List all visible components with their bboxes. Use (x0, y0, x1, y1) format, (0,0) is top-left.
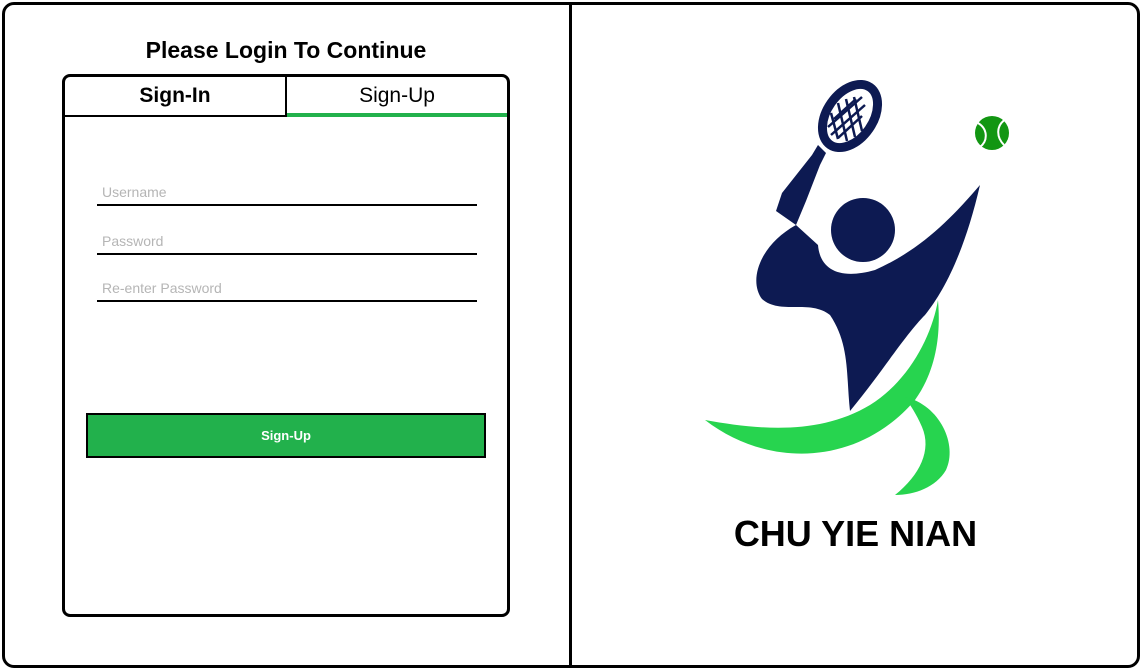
tab-sign-up[interactable]: Sign-Up (287, 77, 507, 117)
tab-sign-in[interactable]: Sign-In (65, 77, 287, 115)
username-field[interactable] (97, 180, 477, 206)
login-card: Sign-In Sign-Up Sign-Up (62, 74, 510, 617)
brand-name: CHU YIE NIAN (733, 513, 978, 554)
app-window: Please Login To Continue Sign-In Sign-Up… (2, 2, 1140, 668)
password-field[interactable] (97, 229, 477, 255)
auth-tabs: Sign-In Sign-Up (65, 77, 507, 117)
brand-pane: CHU YIE NIAN (572, 5, 1137, 665)
login-pane: Please Login To Continue Sign-In Sign-Up… (5, 5, 569, 665)
reenter-password-field[interactable] (97, 276, 477, 302)
tennis-player-logo-icon (705, 79, 1009, 495)
sign-up-button[interactable]: Sign-Up (86, 413, 486, 458)
page-title: Please Login To Continue (145, 37, 427, 63)
